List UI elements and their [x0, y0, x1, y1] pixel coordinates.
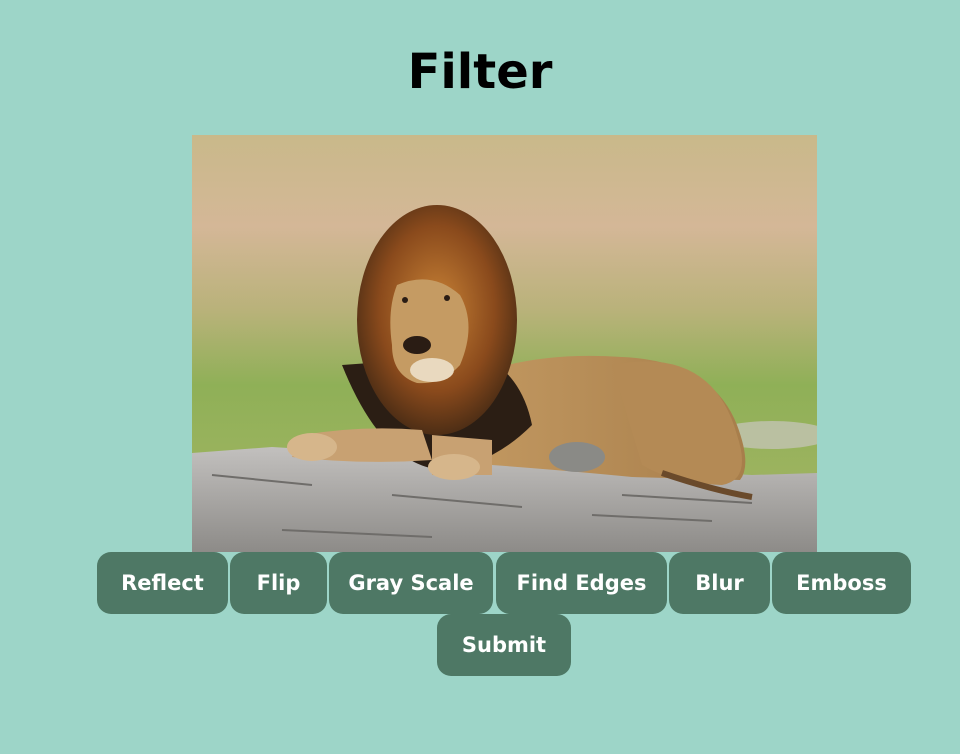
- blur-button[interactable]: Blur: [669, 552, 770, 614]
- page: Filter Reflect Flip Gray Scale Find Edge…: [0, 0, 960, 754]
- submit-button[interactable]: Submit: [437, 614, 571, 676]
- flip-button[interactable]: Flip: [230, 552, 327, 614]
- find-edges-button[interactable]: Find Edges: [496, 552, 667, 614]
- gray-scale-button[interactable]: Gray Scale: [329, 552, 493, 614]
- lion-photo: [192, 135, 817, 552]
- page-title: Filter: [407, 44, 553, 100]
- reflect-button[interactable]: Reflect: [97, 552, 228, 614]
- emboss-button[interactable]: Emboss: [772, 552, 911, 614]
